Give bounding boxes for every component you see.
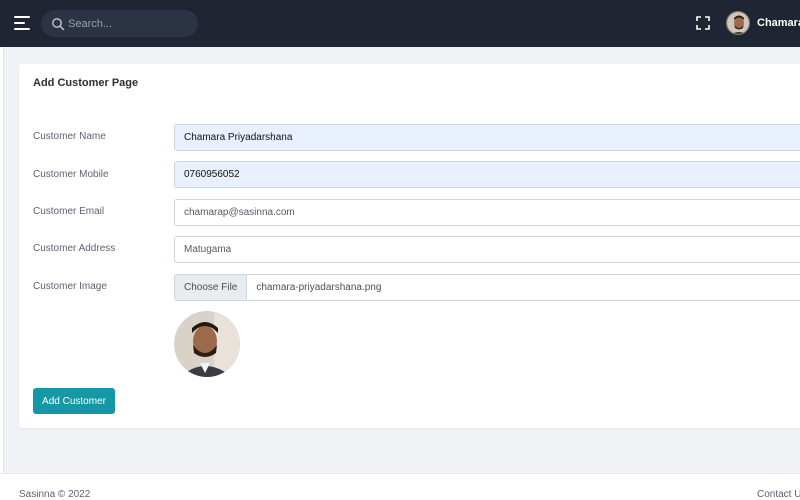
selected-file-name: chamara-priyadarshana.png: [256, 282, 382, 293]
customer-email-input[interactable]: [174, 199, 800, 226]
customer-image-file-input[interactable]: Choose File chamara-priyadarshana.png: [174, 274, 800, 301]
customer-address-label: Customer Address: [33, 243, 116, 254]
customer-image-preview: [174, 311, 240, 377]
contact-link[interactable]: Contact U: [757, 489, 800, 500]
menu-icon[interactable]: [14, 16, 30, 30]
search-input[interactable]: [68, 10, 192, 37]
choose-file-button[interactable]: Choose File: [175, 275, 248, 300]
user-name: Chamara P: [757, 17, 800, 29]
sidebar-edge: [0, 47, 4, 473]
add-customer-button[interactable]: Add Customer: [33, 388, 115, 414]
user-menu[interactable]: Chamara P: [726, 11, 800, 35]
customer-mobile-input[interactable]: [174, 161, 800, 188]
fullscreen-icon[interactable]: [696, 16, 710, 30]
customer-image-label: Customer Image: [33, 281, 107, 292]
copyright-text: Sasinna © 2022: [19, 489, 91, 500]
customer-email-label: Customer Email: [33, 206, 105, 217]
footer: Sasinna © 2022 Contact U: [0, 473, 800, 500]
customer-name-input[interactable]: [174, 124, 800, 151]
customer-address-input[interactable]: [174, 236, 800, 263]
customer-mobile-label: Customer Mobile: [33, 169, 109, 180]
customer-name-label: Customer Name: [33, 131, 106, 142]
add-customer-card: Add Customer Page Customer Name Customer…: [19, 64, 800, 428]
search-box: [41, 10, 198, 37]
avatar: [726, 11, 750, 35]
top-navbar: Chamara P: [0, 0, 800, 47]
search-icon: [52, 18, 65, 31]
page-title: Add Customer Page: [33, 77, 139, 89]
